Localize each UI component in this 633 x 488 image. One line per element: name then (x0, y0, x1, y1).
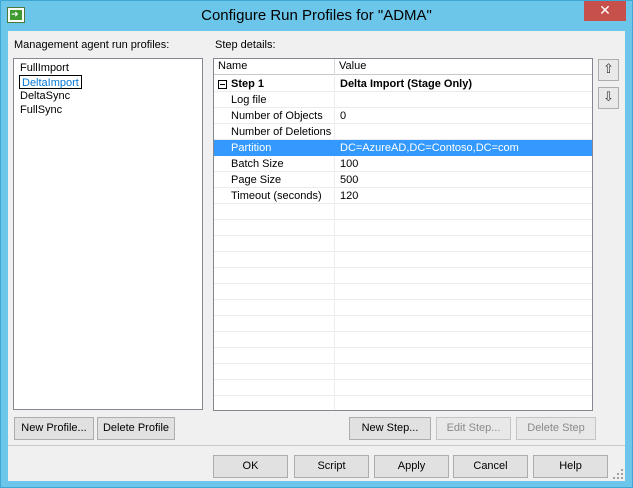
resize-grip-icon[interactable] (613, 469, 623, 479)
profile-item-fullsync[interactable]: FullSync (19, 103, 63, 117)
property-row[interactable]: Timeout (seconds) 120 (214, 188, 592, 204)
apply-button[interactable]: Apply (374, 455, 449, 478)
step-name: Step 1 (231, 78, 265, 90)
footer-separator (8, 445, 625, 446)
property-row[interactable]: Number of Objects 0 (214, 108, 592, 124)
profile-item-deltaimport[interactable]: DeltaImport (19, 75, 82, 89)
step-row[interactable]: Step 1 Delta Import (Stage Only) (214, 76, 592, 92)
close-button[interactable]: ✕ (584, 1, 626, 21)
empty-row (214, 284, 592, 300)
edit-step-button[interactable]: Edit Step... (436, 417, 511, 440)
move-step-up-button[interactable]: ⇧ (598, 59, 619, 81)
new-profile-button[interactable]: New Profile... (14, 417, 94, 440)
empty-row (214, 396, 592, 410)
empty-row (214, 380, 592, 396)
property-name: Page Size (231, 174, 282, 186)
empty-row (214, 268, 592, 284)
property-value (340, 124, 590, 140)
empty-row (214, 252, 592, 268)
property-name: Partition (231, 142, 272, 154)
arrow-down-icon: ⇩ (603, 90, 614, 105)
property-row[interactable]: Log file (214, 92, 592, 108)
empty-row (214, 364, 592, 380)
property-row-selected[interactable]: Partition DC=AzureAD,DC=Contoso,DC=com (214, 140, 592, 156)
grid-body: Step 1 Delta Import (Stage Only) Log fil… (214, 76, 592, 410)
property-value: 0 (340, 110, 347, 122)
property-value: 100 (340, 158, 359, 170)
run-profiles-list[interactable]: FullImport DeltaImport DeltaSync FullSyn… (13, 58, 203, 410)
property-name: Timeout (seconds) (231, 190, 322, 202)
property-name: Number of Deletions (231, 126, 332, 138)
profile-item-fullimport[interactable]: FullImport (19, 61, 70, 75)
arrow-up-icon: ⇧ (603, 62, 614, 77)
profiles-label: Management agent run profiles: (14, 39, 170, 51)
move-step-down-button[interactable]: ⇩ (598, 87, 619, 109)
step-details-grid[interactable]: Name Value Step 1 Delta Import (Stage On… (213, 58, 593, 411)
property-name: Number of Objects (231, 110, 323, 122)
property-value: DC=AzureAD,DC=Contoso,DC=com (340, 142, 519, 154)
delete-profile-button[interactable]: Delete Profile (97, 417, 175, 440)
empty-row (214, 316, 592, 332)
delete-step-button[interactable]: Delete Step (516, 417, 596, 440)
collapse-icon[interactable] (218, 80, 227, 89)
window-title: Configure Run Profiles for "ADMA" (201, 7, 432, 24)
column-header-name[interactable]: Name (214, 59, 335, 75)
new-step-button[interactable]: New Step... (349, 417, 431, 440)
property-value (340, 92, 590, 108)
empty-row (214, 332, 592, 348)
ok-button[interactable]: OK (213, 455, 288, 478)
empty-row (214, 300, 592, 316)
property-name: Log file (231, 94, 267, 106)
step-details-label: Step details: (215, 39, 276, 51)
property-row[interactable]: Number of Deletions (214, 124, 592, 140)
cancel-button[interactable]: Cancel (453, 455, 528, 478)
property-value: 500 (340, 174, 359, 186)
grid-header: Name Value (214, 59, 592, 75)
step-value: Delta Import (Stage Only) (340, 78, 473, 90)
title-bar[interactable]: ➜ Configure Run Profiles for "ADMA" ✕ (1, 1, 632, 31)
empty-row (214, 220, 592, 236)
empty-row (214, 204, 592, 220)
dialog-window: ➜ Configure Run Profiles for "ADMA" ✕ Ma… (0, 0, 633, 488)
help-button[interactable]: Help (533, 455, 608, 478)
property-name: Batch Size (231, 158, 284, 170)
property-row[interactable]: Page Size 500 (214, 172, 592, 188)
script-button[interactable]: Script (294, 455, 369, 478)
empty-row (214, 236, 592, 252)
profile-item-deltasync[interactable]: DeltaSync (19, 89, 71, 103)
property-row[interactable]: Batch Size 100 (214, 156, 592, 172)
property-value: 120 (340, 190, 359, 202)
column-header-value[interactable]: Value (335, 59, 592, 75)
empty-row (214, 348, 592, 364)
dialog-client-area: Management agent run profiles: Step deta… (8, 31, 625, 481)
